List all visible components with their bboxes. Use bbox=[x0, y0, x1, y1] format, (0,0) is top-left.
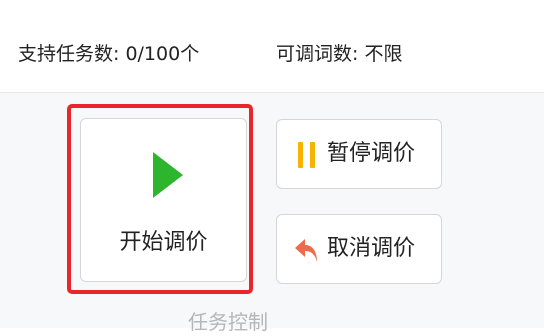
adjust-words-text: 可调词数: 不限 bbox=[276, 43, 403, 65]
info-bar: 支持任务数: 0/100个 可调词数: 不限 bbox=[0, 0, 544, 93]
play-icon bbox=[153, 152, 183, 198]
supported-tasks-text: 支持任务数: 0/100个 bbox=[18, 43, 200, 65]
undo-arrow-icon bbox=[295, 239, 317, 262]
pause-adjust-button[interactable]: 暂停调价 bbox=[276, 119, 442, 189]
cancel-adjust-button[interactable]: 取消调价 bbox=[276, 214, 442, 284]
cancel-adjust-label: 取消调价 bbox=[327, 236, 416, 261]
pause-icon bbox=[298, 142, 315, 168]
section-title: 任务控制 bbox=[188, 310, 268, 334]
start-adjust-label: 开始调价 bbox=[119, 230, 208, 255]
pause-adjust-label: 暂停调价 bbox=[327, 141, 416, 166]
start-adjust-button[interactable]: 开始调价 bbox=[80, 118, 247, 282]
